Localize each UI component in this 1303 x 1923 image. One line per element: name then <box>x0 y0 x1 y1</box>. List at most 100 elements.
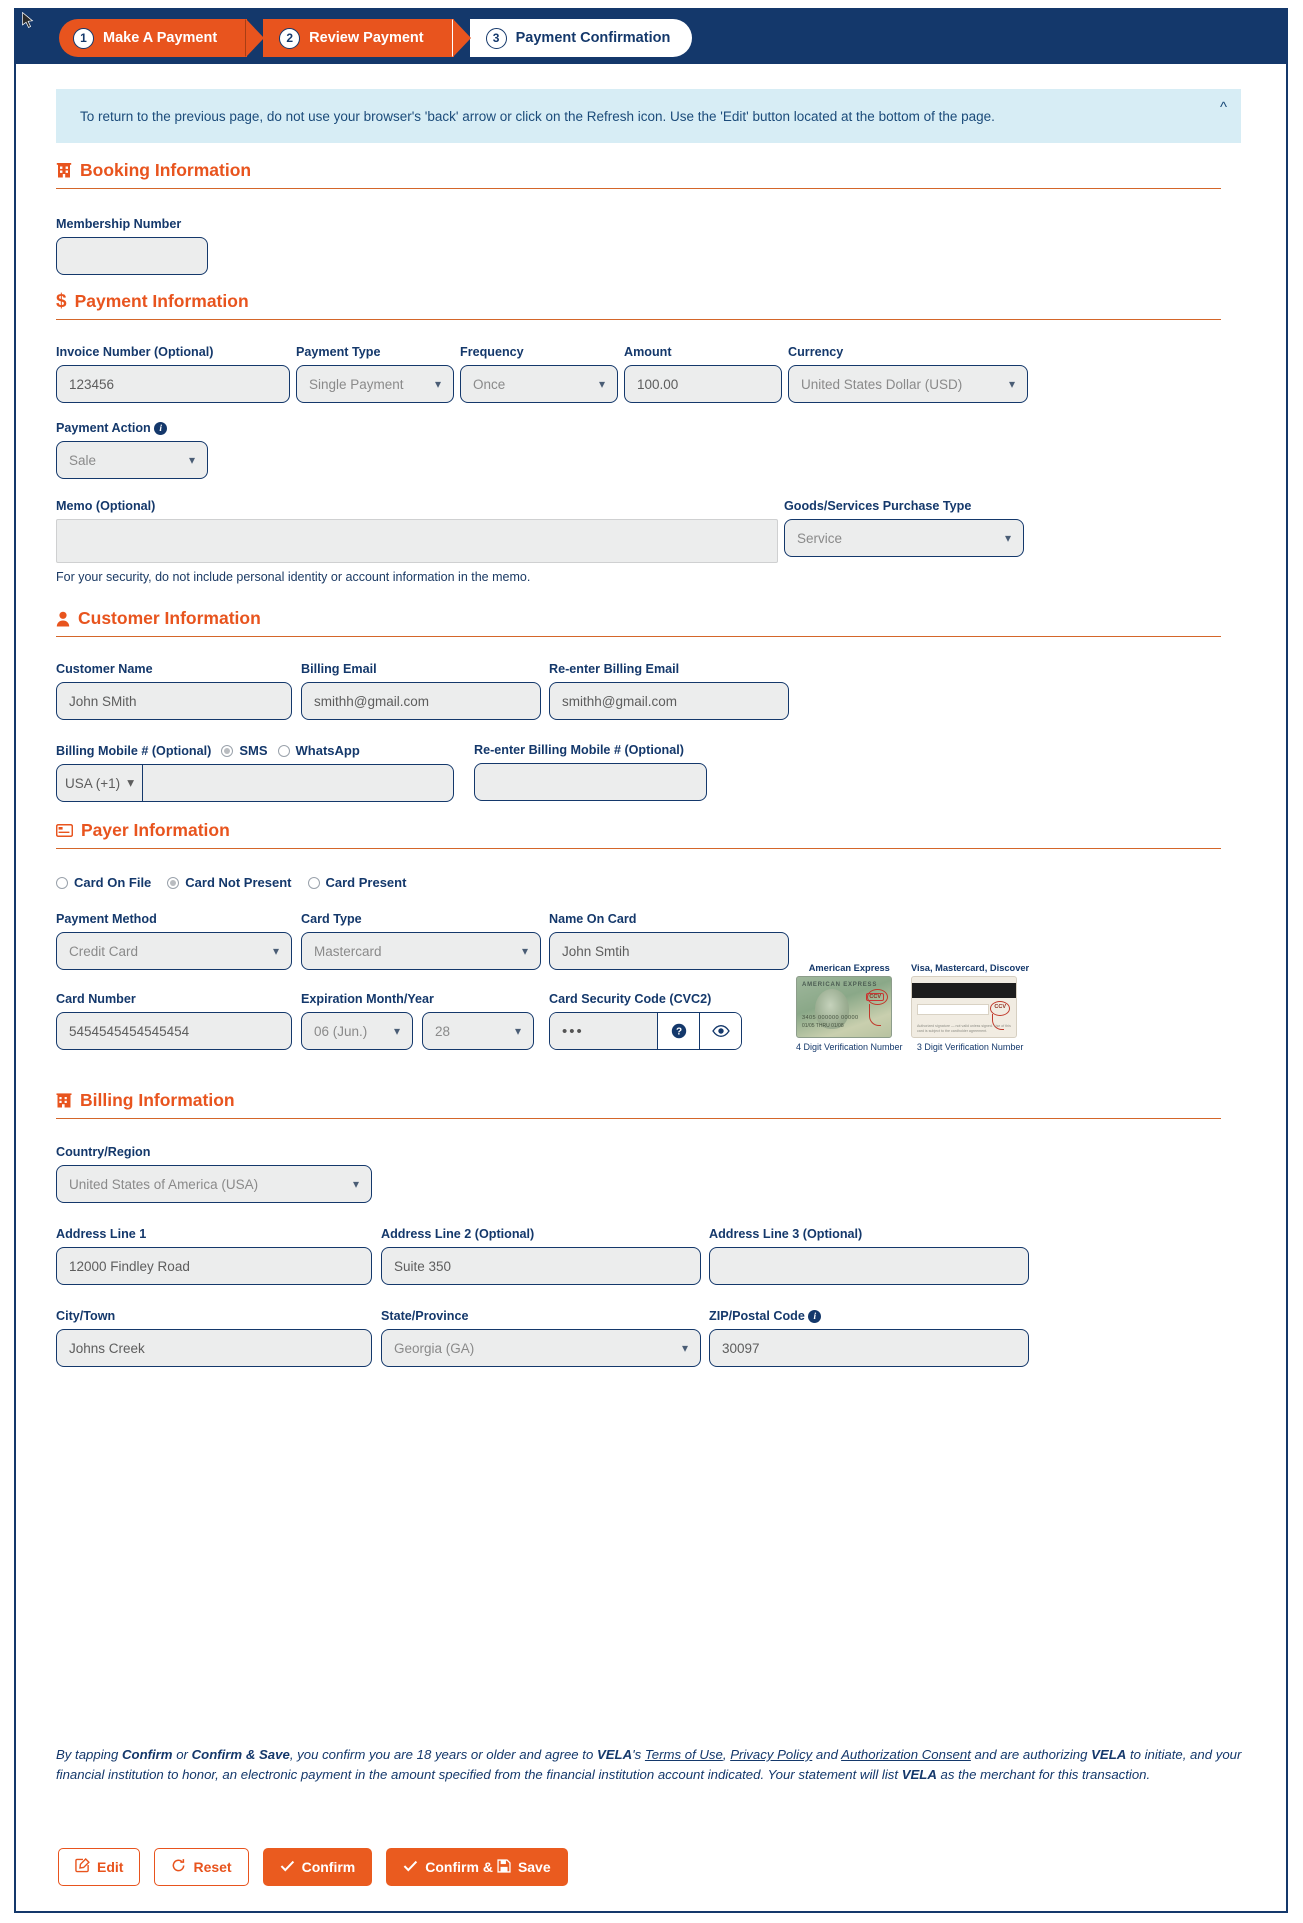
payment-information-section: $ Payment Information Invoice Number (Op… <box>56 291 1221 584</box>
expiration-month-select[interactable]: 06 (Jun.) ▾ <box>301 1012 413 1050</box>
card-present-option[interactable]: Card Present <box>307 875 406 890</box>
reset-button[interactable]: Reset <box>154 1848 249 1886</box>
address-line-1-label: Address Line 1 <box>56 1227 147 1241</box>
memo-textarea[interactable] <box>56 519 778 564</box>
zip-postal-code-label-text: ZIP/Postal Code <box>709 1309 805 1323</box>
currency-select[interactable]: United States Dollar (USD) ▾ <box>788 365 1028 403</box>
billing-email-label: Billing Email <box>301 662 377 676</box>
name-on-card-input[interactable]: John Smtih <box>549 932 789 970</box>
invoice-number-label: Invoice Number (Optional) <box>56 345 214 359</box>
whatsapp-radio[interactable] <box>277 744 290 757</box>
info-icon[interactable]: i <box>154 422 168 436</box>
payment-method-select[interactable]: Credit Card ▾ <box>56 932 292 970</box>
steps-container: 1 Make A Payment 2 Review Payment 3 Paym… <box>59 19 693 57</box>
chevron-down-icon: ▾ <box>521 944 528 958</box>
chevron-down-icon: ▾ <box>272 944 279 958</box>
chevron-down-icon: ▾ <box>393 1024 400 1038</box>
confirm-and-save-button[interactable]: Confirm & Save <box>386 1848 568 1886</box>
card-type-select[interactable]: Mastercard ▾ <box>301 932 541 970</box>
confirm-and-save-button-label: Confirm & <box>425 1859 493 1875</box>
chevron-down-icon: ▾ <box>1004 531 1011 546</box>
billing-email-input[interactable]: smithh@gmail.com <box>301 682 541 720</box>
zip-postal-code-input[interactable]: 30097 <box>709 1329 1029 1368</box>
building-icon <box>56 162 72 179</box>
visa-mc-card-image: CCV Authorized signature — not valid unl… <box>911 976 1017 1038</box>
address-line-3-input[interactable] <box>709 1247 1029 1285</box>
city-town-label: City/Town <box>56 1309 116 1323</box>
country-region-select[interactable]: United States of America (USA) ▾ <box>56 1165 372 1203</box>
invoice-number-input[interactable]: 123456 <box>56 365 290 403</box>
card-type-label: Card Type <box>301 912 362 926</box>
payment-method-value: Credit Card <box>69 943 139 959</box>
amex-card-number: 3405 000000 00000 <box>802 1015 859 1021</box>
payment-method-label: Payment Method <box>56 912 157 926</box>
currency-value: United States Dollar (USD) <box>801 376 963 392</box>
authorization-consent-link[interactable]: Authorization Consent <box>841 1747 971 1762</box>
card-number-input[interactable]: 5454545454545454 <box>56 1012 292 1050</box>
step-make-a-payment[interactable]: 1 Make A Payment <box>59 19 265 57</box>
edit-button[interactable]: Edit <box>58 1848 141 1886</box>
sms-radio-option[interactable]: SMS <box>221 743 268 758</box>
legal-confirm-save-word: Confirm & Save <box>191 1747 290 1762</box>
reenter-billing-mobile-input[interactable] <box>474 763 707 801</box>
card-type-value: Mastercard <box>314 943 382 959</box>
goods-services-select[interactable]: Service ▾ <box>784 519 1024 558</box>
card-on-file-radio[interactable] <box>56 876 68 889</box>
payment-type-select[interactable]: Single Payment ▾ <box>296 365 454 403</box>
state-province-select[interactable]: Georgia (GA) ▾ <box>381 1329 701 1367</box>
chevron-down-icon: ▾ <box>434 377 441 391</box>
expiration-year-select[interactable]: 28 ▾ <box>422 1012 534 1050</box>
country-region-value: United States of America (USA) <box>69 1176 259 1192</box>
chevron-down-icon: ▾ <box>514 1024 521 1038</box>
memo-hint: For your security, do not include person… <box>56 570 531 585</box>
question-circle-icon[interactable]: ? <box>657 1013 699 1049</box>
card-on-file-option[interactable]: Card On File <box>56 875 151 890</box>
step-review-payment[interactable]: 2 Review Payment <box>245 19 472 57</box>
zip-postal-code-label: ZIP/Postal Code i <box>709 1309 1037 1324</box>
amex-card-expiry: 01/05 THRU 01/08 <box>802 1023 844 1029</box>
visa-mc-cvc-reference: Visa, Mastercard, Discover CCV Authorize… <box>911 963 1029 1052</box>
customer-information-section: Customer Information Customer Name John … <box>56 608 1221 802</box>
legal-or: or <box>172 1747 192 1762</box>
chevron-down-icon: ▾ <box>681 1341 688 1355</box>
chevron-down-icon: ▾ <box>1008 377 1015 391</box>
reenter-billing-email-input[interactable]: smithh@gmail.com <box>549 682 789 720</box>
edit-button-label: Edit <box>97 1859 124 1875</box>
eye-icon[interactable] <box>699 1013 741 1049</box>
card-not-present-radio[interactable] <box>167 876 180 889</box>
terms-of-use-link[interactable]: Terms of Use <box>645 1747 723 1762</box>
city-town-input[interactable]: Johns Creek <box>56 1329 372 1367</box>
customer-name-input[interactable]: John SMith <box>56 682 292 720</box>
legal-brand-2: VELA <box>1091 1747 1127 1762</box>
payment-type-value: Single Payment <box>309 376 404 392</box>
cvc-input[interactable]: ••• <box>550 1013 657 1049</box>
frequency-select[interactable]: Once ▾ <box>460 365 618 403</box>
check-icon <box>403 1859 418 1875</box>
booking-information-section: Booking Information Membership Number <box>56 160 1221 275</box>
address-line-3-label: Address Line 3 (Optional) <box>709 1227 863 1241</box>
sms-radio[interactable] <box>221 744 234 757</box>
card-not-present-option[interactable]: Card Not Present <box>167 875 292 890</box>
progress-stepbar: 1 Make A Payment 2 Review Payment 3 Paym… <box>16 10 1286 64</box>
amount-input[interactable]: 100.00 <box>624 365 782 403</box>
payment-action-select[interactable]: Sale ▾ <box>56 441 208 480</box>
card-present-radio[interactable] <box>307 876 320 889</box>
chevron-down-icon: ▾ <box>127 775 134 790</box>
country-code-select[interactable]: USA (+1) ▾ <box>56 764 142 802</box>
visa-mc-caption-top: Visa, Mastercard, Discover <box>911 963 1030 973</box>
info-alert: To return to the previous page, do not u… <box>56 89 1241 143</box>
membership-number-input[interactable] <box>56 237 208 275</box>
address-line-2-input[interactable]: Suite 350 <box>381 1247 701 1285</box>
privacy-policy-link[interactable]: Privacy Policy <box>730 1747 812 1762</box>
info-icon[interactable]: i <box>808 1310 822 1324</box>
address-line-1-input[interactable]: 12000 Findley Road <box>56 1247 372 1285</box>
whatsapp-radio-option[interactable]: WhatsApp <box>277 743 360 758</box>
currency-label: Currency <box>788 345 844 359</box>
legal-disclaimer: By tapping Confirm or Confirm & Save, yo… <box>56 1745 1246 1786</box>
amex-caption-bottom: 4 Digit Verification Number <box>796 1042 903 1052</box>
step-payment-confirmation[interactable]: 3 Payment Confirmation <box>451 19 693 57</box>
chevron-up-icon[interactable]: ^ <box>1220 99 1227 116</box>
confirm-button[interactable]: Confirm <box>262 1848 373 1886</box>
billing-mobile-input[interactable] <box>142 764 454 802</box>
expiration-month-value: 06 (Jun.) <box>314 1023 368 1039</box>
